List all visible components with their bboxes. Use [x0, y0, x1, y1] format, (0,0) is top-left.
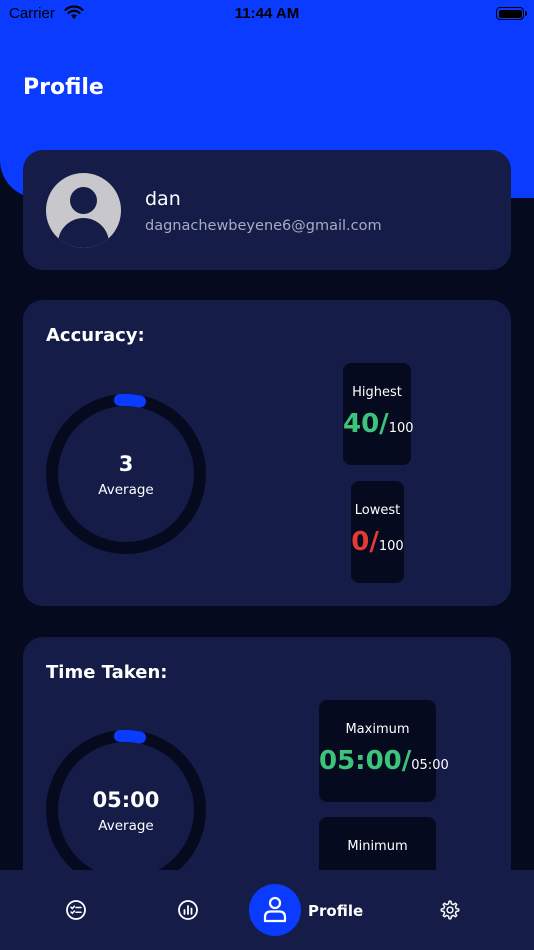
battery-icon — [496, 7, 527, 20]
user-name: dan — [145, 188, 181, 210]
maximum-value: 05:00/05:00 — [319, 746, 449, 776]
highest-value: 40/100 — [343, 409, 414, 439]
avatar — [46, 173, 121, 248]
time-average-ring: 05:00 Average — [46, 730, 206, 890]
quiz-list-icon — [66, 900, 86, 920]
time-taken-card: Time Taken: 05:00 Average Maximum 05:00/… — [23, 637, 511, 897]
nav-profile[interactable] — [249, 884, 301, 936]
accuracy-average-label: Average — [98, 482, 154, 498]
time-taken-title: Time Taken: — [46, 662, 168, 683]
nav-settings[interactable] — [430, 870, 470, 950]
person-icon — [263, 896, 287, 923]
maximum-label: Maximum — [345, 722, 410, 737]
time-average-label: Average — [98, 818, 154, 834]
time-average-value: 05:00 — [92, 788, 160, 812]
accuracy-average-value: 3 — [118, 452, 134, 476]
bottom-nav: Profile — [0, 870, 534, 950]
accuracy-title: Accuracy: — [46, 325, 145, 346]
chart-icon — [178, 900, 198, 920]
highest-label: Highest — [352, 385, 402, 400]
nav-stats[interactable] — [168, 870, 208, 950]
lowest-label: Lowest — [354, 503, 401, 518]
status-time: 11:44 AM — [234, 5, 300, 22]
accuracy-lowest-box: Lowest 0/100 — [351, 481, 404, 583]
profile-card: dan dagnachewbeyene6@gmail.com — [23, 150, 511, 270]
page-title: Profile — [23, 75, 104, 100]
accuracy-highest-box: Highest 40/100 — [343, 363, 414, 465]
status-bar: Carrier 11:44 AM — [0, 0, 534, 28]
accuracy-card: Accuracy: 3 Average Highest 40/100 Lowes… — [23, 300, 511, 606]
nav-profile-label[interactable]: Profile — [308, 902, 363, 920]
nav-quizzes[interactable] — [56, 870, 96, 950]
user-email: dagnachewbeyene6@gmail.com — [145, 218, 382, 234]
time-maximum-box: Maximum 05:00/05:00 — [319, 700, 449, 802]
gear-icon — [440, 900, 460, 920]
minimum-label: Minimum — [347, 839, 408, 854]
accuracy-average-ring: 3 Average — [46, 394, 206, 554]
lowest-value: 0/100 — [351, 527, 404, 557]
